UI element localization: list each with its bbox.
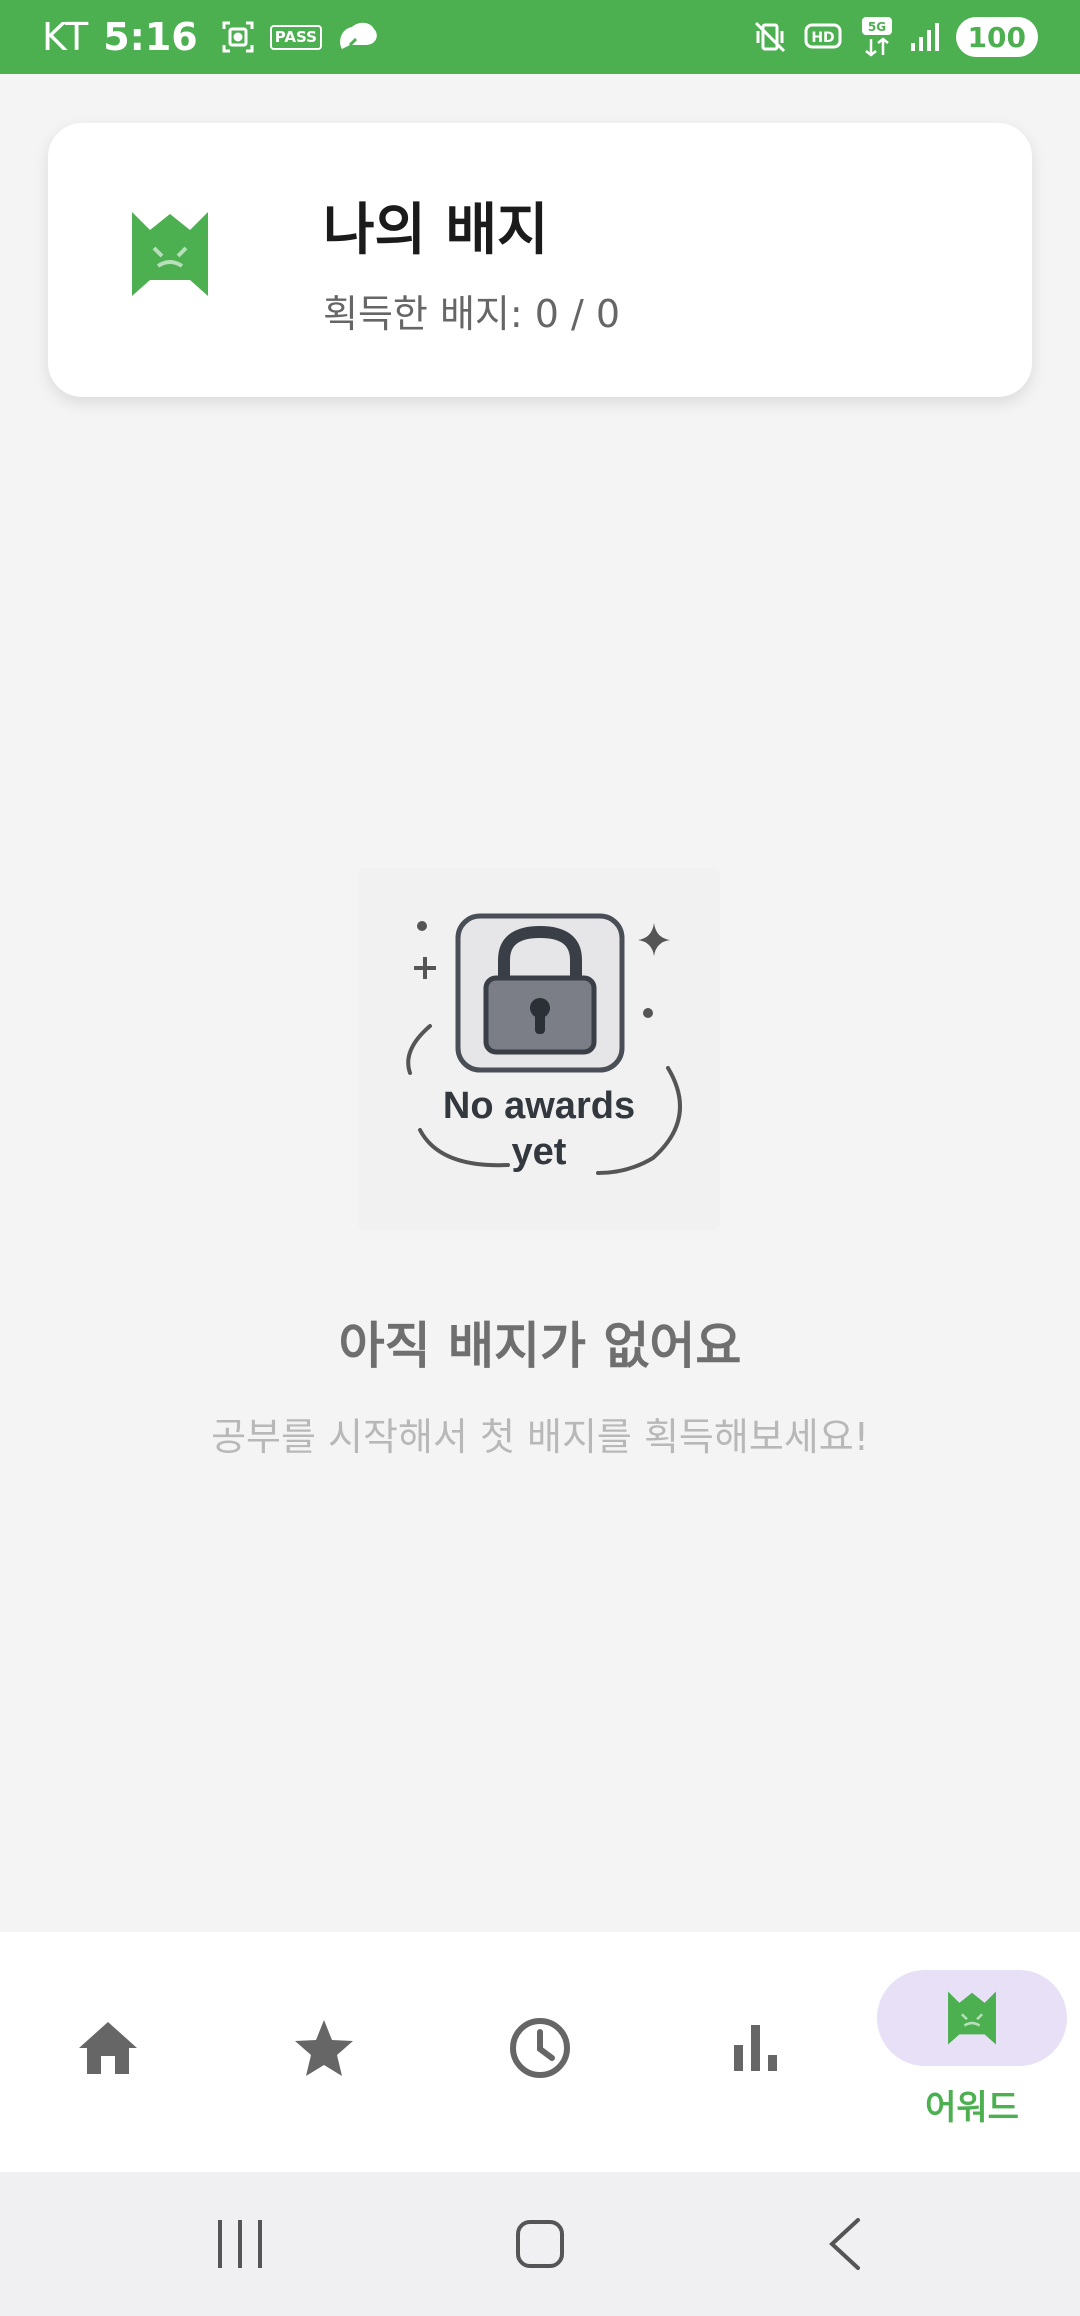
empty-state-subtitle: 공부를 시작해서 첫 배지를 획득해보세요! <box>211 1415 869 1459</box>
page-title: 나의 배지 <box>323 198 549 263</box>
award-icon <box>948 1991 996 2045</box>
recent-apps-icon <box>218 2220 262 2268</box>
nav-home[interactable] <box>0 1932 216 2172</box>
sparkle-star-icon <box>638 923 670 956</box>
signal-icon <box>910 17 940 57</box>
status-bar: KT 5:16 PASS HD 5G 100 <box>0 0 1080 74</box>
award-logo-icon <box>128 208 212 304</box>
back-chevron-icon <box>829 2218 860 2270</box>
system-nav-bar <box>0 2172 1080 2316</box>
nav-awards-label: 어워드 <box>925 2088 1019 2128</box>
home-system-button[interactable] <box>480 2208 600 2280</box>
empty-state-title: 아직 배지가 없어요 <box>338 1317 742 1375</box>
recent-apps-button[interactable] <box>180 2208 300 2280</box>
home-square-icon <box>516 2220 564 2268</box>
clock-icon <box>510 2018 570 2078</box>
screenshot-icon <box>220 17 256 57</box>
bottom-nav: 어워드 <box>0 1932 1080 2172</box>
battery-indicator: 100 <box>955 17 1038 57</box>
chat-bubble-icon <box>336 17 380 57</box>
star-icon <box>295 2020 353 2076</box>
nav-history[interactable] <box>432 1932 648 2172</box>
pass-label: PASS <box>269 24 322 50</box>
lock-icon <box>455 913 625 1073</box>
illustration-text-line1: No awards <box>443 1085 635 1127</box>
awards-screen: KT 5:16 PASS HD 5G 100 나의 배지 획득한 배지: 0 /… <box>0 0 1080 2316</box>
home-icon <box>79 2022 137 2074</box>
badge-summary-card: 나의 배지 획득한 배지: 0 / 0 <box>48 123 1032 397</box>
illustration-text-line2: yet <box>512 1131 567 1173</box>
back-button[interactable] <box>784 2208 904 2280</box>
network-label: 5G <box>867 20 885 34</box>
earned-badge-count: 획득한 배지: 0 / 0 <box>323 292 621 336</box>
active-tab-pill <box>877 1970 1067 2066</box>
sparkle-dot-icon <box>417 921 427 931</box>
nav-awards[interactable]: 어워드 <box>864 1932 1080 2172</box>
vibrate-mute-icon <box>752 17 788 57</box>
hd-label: HD <box>811 30 834 46</box>
carrier-label: KT <box>42 15 90 59</box>
pass-icon: PASS <box>269 17 322 57</box>
nav-favorites[interactable] <box>216 1932 432 2172</box>
sparkle-plus-icon <box>414 957 436 979</box>
nav-stats[interactable] <box>648 1932 864 2172</box>
no-awards-illustration: No awards yet <box>358 868 720 1230</box>
bar-chart-icon <box>734 2025 777 2071</box>
network-5g-icon: 5G <box>860 17 894 57</box>
hd-icon: HD <box>804 17 844 57</box>
clock-time: 5:16 <box>103 15 198 59</box>
